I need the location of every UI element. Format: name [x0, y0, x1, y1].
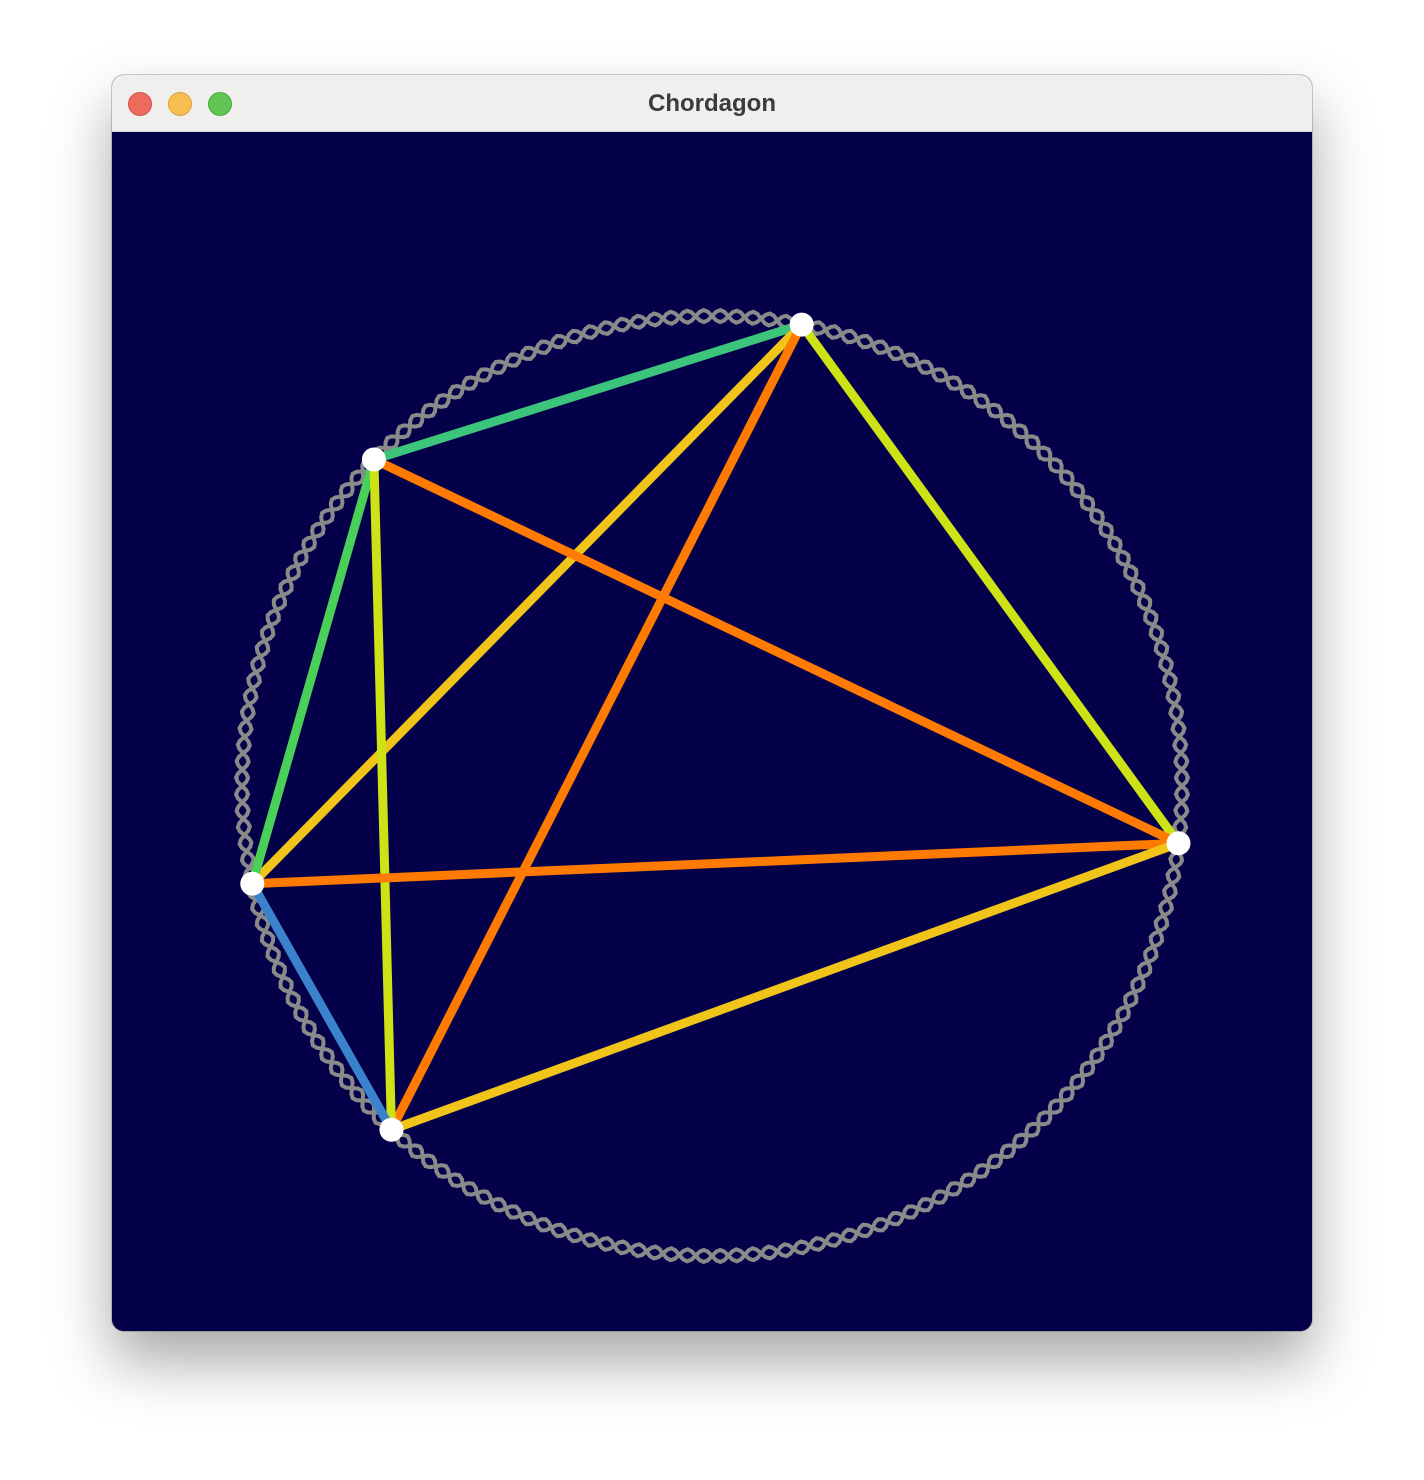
vertex-handle-D[interactable]: [379, 1117, 404, 1142]
chord-B-D: [369, 459, 396, 1130]
chord-A-D: [387, 322, 806, 1132]
vertex-handle-C[interactable]: [240, 871, 265, 896]
title-bar[interactable]: Chordagon: [112, 75, 1312, 132]
vertex-handle-E[interactable]: [1166, 831, 1191, 856]
vertex-handle-B[interactable]: [361, 447, 386, 472]
vertex-handle-A[interactable]: [789, 312, 814, 337]
window-title: Chordagon: [648, 90, 776, 117]
app-window: Chordagon: [112, 75, 1312, 1331]
chord-D-E: [389, 839, 1181, 1134]
chord-C-E: [252, 838, 1179, 889]
chord-C-D: [248, 881, 396, 1132]
drawing-canvas[interactable]: [112, 132, 1312, 1331]
chord-diagram: [233, 307, 1191, 1265]
chord-B-E: [371, 455, 1181, 848]
chord-A-E: [798, 321, 1183, 846]
